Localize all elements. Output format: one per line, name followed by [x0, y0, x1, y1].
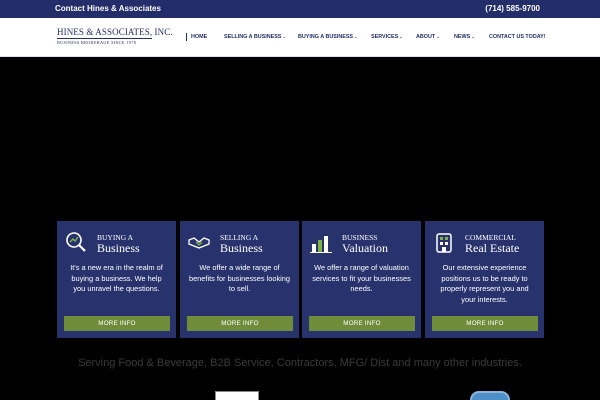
contact-link[interactable]: Contact Hines & Associates — [55, 4, 161, 13]
more-info-button[interactable]: MORE INFO — [432, 316, 538, 331]
card-heading-big: Business — [97, 240, 140, 255]
chevron-down-icon: ⌄ — [354, 34, 358, 39]
nav-selling-label: SELLING A BUSINESS — [224, 34, 282, 40]
more-info-button[interactable]: MORE INFO — [187, 316, 293, 331]
card-heading-big: Valuation — [342, 240, 388, 255]
card-heading: SELLING A Business — [220, 234, 263, 254]
chevron-down-icon: ⌄ — [399, 34, 403, 39]
card-heading: BUYING A Business — [97, 234, 140, 254]
top-contact-bar: Contact Hines & Associates (714) 585-970… — [0, 0, 600, 18]
building-icon — [436, 233, 452, 253]
card-business-valuation: BUSINESS Valuation We offer a range of v… — [302, 221, 421, 338]
nav-selling[interactable]: SELLING A BUSINESS⌄ — [224, 34, 286, 40]
card-description: We offer a range of valuation services t… — [312, 263, 411, 294]
nav-news-label: NEWS — [454, 34, 471, 40]
card-heading: BUSINESS Valuation — [342, 234, 388, 254]
card-description: It's a new era in the realm of buying a … — [70, 263, 163, 294]
card-buying-business: BUYING A Business It's a new era in the … — [57, 221, 176, 338]
card-heading: COMMERCIAL Real Estate — [465, 234, 519, 254]
phone-number[interactable]: (714) 585-9700 — [485, 4, 540, 13]
more-info-button[interactable]: MORE INFO — [64, 316, 170, 331]
nav-active-marker — [186, 33, 187, 41]
card-description: We offer a wide range of benefits for bu… — [188, 263, 291, 294]
membership-seal-badge — [215, 391, 259, 400]
card-commercial-real-estate: COMMERCIAL Real Estate Our extensive exp… — [425, 221, 544, 338]
chevron-down-icon: ⌄ — [436, 34, 440, 39]
handshake-icon — [188, 237, 210, 249]
nav-contact[interactable]: CONTACT US TODAY! — [489, 34, 546, 40]
bar-chart-icon — [310, 236, 332, 253]
nav-services[interactable]: SERVICES⌄ — [371, 34, 403, 40]
nav-contact-label: CONTACT US TODAY! — [489, 34, 546, 40]
nav-about-label: ABOUT — [416, 34, 436, 40]
card-description: Our extensive experience positions us to… — [440, 263, 529, 305]
chevron-down-icon: ⌄ — [282, 34, 287, 39]
nav-home[interactable]: HOME — [191, 34, 207, 40]
nav-about[interactable]: ABOUT⌄ — [416, 34, 440, 40]
main-header: HINES & ASSOCIATES, INC. BUSINESS BROKER… — [0, 18, 600, 57]
more-info-button[interactable]: MORE INFO — [309, 316, 415, 331]
card-heading-big: Real Estate — [465, 240, 520, 255]
magnifier-graph-icon — [66, 232, 86, 252]
nav-news[interactable]: NEWS⌄ — [454, 34, 475, 40]
card-selling-business: SELLING A Business We offer a wide range… — [180, 221, 299, 338]
nav-buying-label: BUYING A BUSINESS — [298, 34, 354, 40]
main-nav: HOME SELLING A BUSINESS⌄ BUYING A BUSINE… — [0, 18, 600, 57]
industries-tagline: Serving Food & Beverage, B2B Service, Co… — [78, 357, 522, 369]
certification-badge — [470, 391, 510, 400]
card-heading-big: Business — [220, 240, 263, 255]
nav-home-label: HOME — [191, 34, 208, 40]
chevron-down-icon: ⌄ — [471, 34, 475, 39]
nav-services-label: SERVICES — [371, 34, 399, 40]
nav-buying[interactable]: BUYING A BUSINESS⌄ — [298, 34, 358, 40]
